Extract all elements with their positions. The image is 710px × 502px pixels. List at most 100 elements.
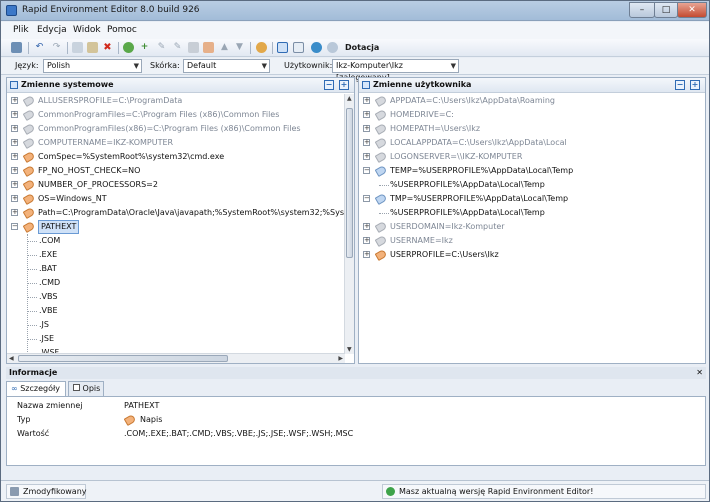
close-button[interactable]: ✕ <box>677 2 707 18</box>
view-toggle-icon[interactable] <box>277 42 288 53</box>
pathext-value[interactable]: .VBE <box>39 306 58 315</box>
expand-toggle-icon[interactable]: + <box>11 195 18 202</box>
variable-row[interactable]: + USERPROFILE=C:\Users\Ikz <box>359 248 705 262</box>
expand-toggle-icon[interactable]: − <box>363 195 370 202</box>
copy-icon[interactable] <box>72 42 83 53</box>
variable-row[interactable]: + NUMBER_OF_PROCESSORS=2 <box>7 178 345 192</box>
scroll-left-icon[interactable]: ◀ <box>9 355 14 362</box>
info-close-button[interactable]: ✕ <box>696 367 703 379</box>
variable-row[interactable]: + ComSpec=%SystemRoot%\system32\cmd.exe <box>7 150 345 164</box>
variable-value-row[interactable]: %USERPROFILE%\AppData\Local\Temp <box>359 206 705 220</box>
expand-toggle-icon[interactable]: + <box>11 125 18 132</box>
redo-icon[interactable]: ↷ <box>51 42 62 53</box>
variable-row[interactable]: + CommonProgramFiles(x86)=C:\Program File… <box>7 122 345 136</box>
undo-icon[interactable]: ↶ <box>34 42 45 53</box>
expand-all-button[interactable]: + <box>339 80 349 90</box>
variable-row[interactable]: + Path=C:\ProgramData\Oracle\Java\javapat… <box>7 206 345 220</box>
variable-row[interactable]: + USERDOMAIN=Ikz-Komputer <box>359 220 705 234</box>
scroll-right-icon[interactable]: ▶ <box>338 355 343 362</box>
expand-toggle-icon[interactable]: + <box>11 111 18 118</box>
expand-toggle-icon[interactable]: + <box>363 97 370 104</box>
expand-toggle-icon[interactable]: + <box>363 125 370 132</box>
settings-icon[interactable] <box>256 42 267 53</box>
variable-row[interactable]: + HOMEDRIVE=C: <box>359 108 705 122</box>
variable-row[interactable]: + ALLUSERSPROFILE=C:\ProgramData <box>7 94 345 108</box>
pathext-value[interactable]: .CMD <box>39 278 60 287</box>
expand-toggle-icon[interactable]: + <box>11 97 18 104</box>
expand-all-button[interactable]: + <box>690 80 700 90</box>
move-up-icon[interactable]: ▲ <box>219 42 230 53</box>
maximize-button[interactable]: □ <box>654 2 678 18</box>
pathext-value[interactable]: .JSE <box>39 334 54 343</box>
help-icon[interactable] <box>327 42 338 53</box>
tab-details[interactable]: ∞ Szczegóły <box>6 381 66 396</box>
pathext-value[interactable]: .COM <box>39 236 60 245</box>
user-select[interactable]: Ikz-Komputer\Ikz [zalogowany]▼ <box>332 59 459 82</box>
variable-row[interactable]: − PATHEXT <box>7 220 345 234</box>
donate-button[interactable]: Dotacja <box>345 43 379 52</box>
expand-toggle-icon[interactable]: + <box>11 181 18 188</box>
variable-row[interactable]: + LOCALAPPDATA=C:\Users\Ikz\AppData\Local <box>359 136 705 150</box>
web-icon[interactable] <box>311 42 322 53</box>
scrollbar-thumb[interactable] <box>18 355 228 362</box>
variable-row[interactable]: + LOGONSERVER=\\IKZ-KOMPUTER <box>359 150 705 164</box>
expand-toggle-icon[interactable]: + <box>363 251 370 258</box>
tab-description[interactable]: Opis <box>68 381 104 396</box>
skin-select[interactable]: Default ▼ <box>183 59 270 73</box>
variable-row[interactable]: + OS=Windows_NT <box>7 192 345 206</box>
scrollbar-thumb[interactable] <box>346 108 353 258</box>
delete-icon[interactable]: ✖ <box>102 42 113 53</box>
move-down-icon[interactable]: ▼ <box>234 42 245 53</box>
expand-toggle-icon[interactable]: + <box>11 139 18 146</box>
expand-toggle-icon[interactable]: + <box>363 111 370 118</box>
pathext-value[interactable]: .VBS <box>39 292 57 301</box>
pathext-value[interactable]: .EXE <box>39 250 57 259</box>
menu-widok[interactable]: Widok <box>73 25 101 35</box>
title-bar[interactable]: Rapid Environment Editor 8.0 build 926 –… <box>1 1 709 21</box>
expand-toggle-icon[interactable]: + <box>363 153 370 160</box>
variable-tag-icon <box>22 109 36 121</box>
menu-pomoc[interactable]: Pomoc <box>107 25 137 35</box>
save-icon[interactable] <box>11 42 22 53</box>
expand-toggle-icon[interactable]: + <box>11 209 18 216</box>
tag-icon[interactable] <box>188 42 199 53</box>
variable-row[interactable]: + HOMEPATH=\Users\Ikz <box>359 122 705 136</box>
minimize-button[interactable]: – <box>629 2 655 18</box>
expand-toggle-icon[interactable]: + <box>11 167 18 174</box>
expand-tag-icon[interactable] <box>203 42 214 53</box>
variable-row[interactable]: − TEMP=%USERPROFILE%\AppData\Local\Temp <box>359 164 705 178</box>
expand-toggle-icon[interactable]: − <box>363 167 370 174</box>
menu-edycja[interactable]: Edycja <box>37 25 67 35</box>
vertical-scrollbar[interactable]: ▲ ▼ <box>344 94 354 354</box>
variable-value-row[interactable]: %USERPROFILE%\AppData\Local\Temp <box>359 178 705 192</box>
update-status[interactable]: Masz aktualną wersję Rapid Environment E… <box>382 484 706 499</box>
filter-icon[interactable] <box>293 42 304 53</box>
language-select[interactable]: Polish ▼ <box>43 59 142 73</box>
horizontal-scrollbar[interactable]: ◀ ▶ <box>7 353 345 363</box>
rename-icon[interactable]: ✎ <box>172 42 183 53</box>
variable-row[interactable]: + APPDATA=C:\Users\Ikz\AppData\Roaming <box>359 94 705 108</box>
paste-icon[interactable] <box>87 42 98 53</box>
expand-toggle-icon[interactable]: − <box>11 223 18 230</box>
expand-toggle-icon[interactable]: + <box>11 153 18 160</box>
variable-row[interactable]: + COMPUTERNAME=IKZ-KOMPUTER <box>7 136 345 150</box>
expand-toggle-icon[interactable]: + <box>363 139 370 146</box>
menu-plik[interactable]: Plik <box>13 25 29 35</box>
tab-description-label: Opis <box>82 384 101 393</box>
add-value-icon[interactable]: + <box>139 42 150 53</box>
add-variable-icon[interactable] <box>123 42 134 53</box>
collapse-all-button[interactable]: − <box>324 80 334 90</box>
edit-icon[interactable]: ✎ <box>156 42 167 53</box>
collapse-all-button[interactable]: − <box>675 80 685 90</box>
variable-name: ComSpec=%SystemRoot%\system32\cmd.exe <box>38 152 225 161</box>
scroll-up-icon[interactable]: ▲ <box>347 95 352 102</box>
variable-row[interactable]: − TMP=%USERPROFILE%\AppData\Local\Temp <box>359 192 705 206</box>
pathext-value[interactable]: .JS <box>39 320 49 329</box>
variable-row[interactable]: + USERNAME=Ikz <box>359 234 705 248</box>
scroll-down-icon[interactable]: ▼ <box>347 346 352 353</box>
pathext-value[interactable]: .BAT <box>39 264 57 273</box>
expand-toggle-icon[interactable]: + <box>363 237 370 244</box>
variable-row[interactable]: + CommonProgramFiles=C:\Program Files (x8… <box>7 108 345 122</box>
expand-toggle-icon[interactable]: + <box>363 223 370 230</box>
variable-row[interactable]: + FP_NO_HOST_CHECK=NO <box>7 164 345 178</box>
